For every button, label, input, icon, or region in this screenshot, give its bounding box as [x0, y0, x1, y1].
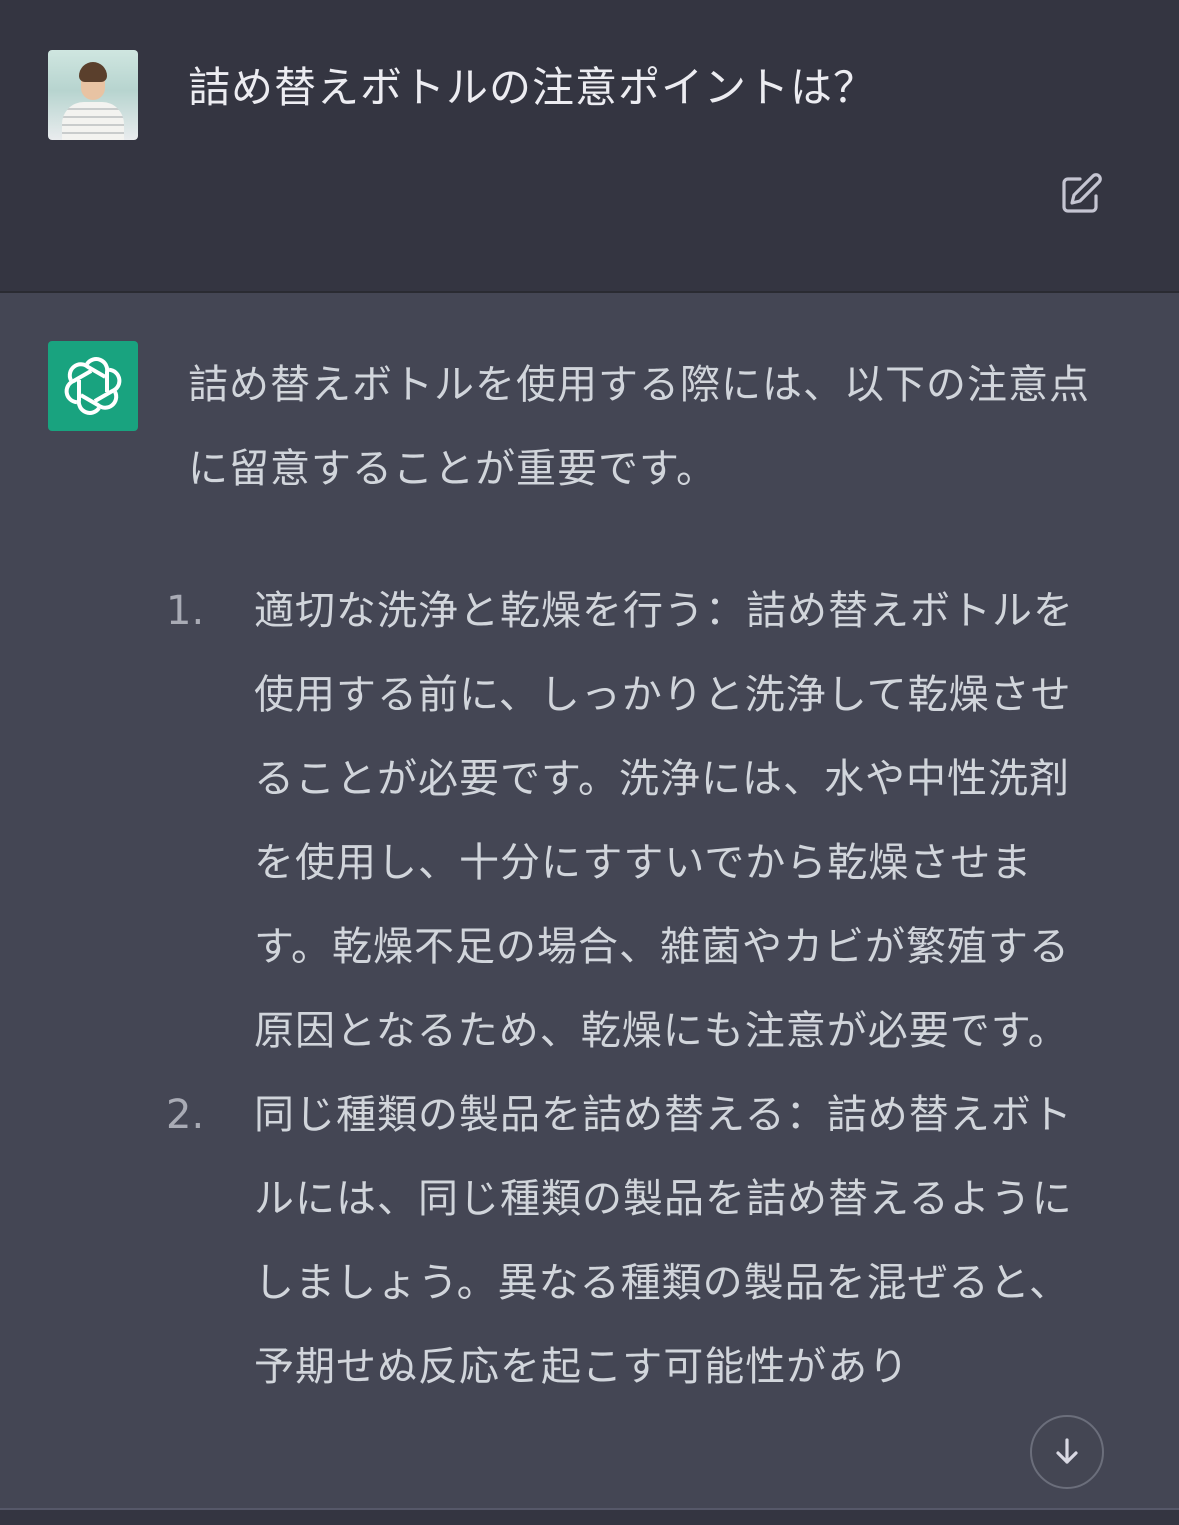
scroll-to-bottom-button[interactable] — [1030, 1415, 1104, 1489]
list-item-text: 適切な洗浄と乾燥を行う：詰め替えボトルを使用する前に、しっかりと洗浄して乾燥させ… — [254, 588, 1074, 1054]
arrow-down-icon — [1056, 1438, 1078, 1464]
list-item-text: 同じ種類の製品を詰め替える：詰め替えボトルには、同じ種類の製品を詰め替えるように… — [254, 1092, 1073, 1390]
user-message-text: 詰め替えボトルの注意ポイントは？ — [188, 63, 877, 112]
numbered-list: 1. 適切な洗浄と乾燥を行う：詰め替えボトルを使用する前に、しっかりと洗浄して乾… — [0, 569, 1179, 1409]
list-item-number: 1. — [166, 588, 205, 634]
openai-logo-icon — [64, 357, 122, 415]
assistant-intro-text: 詰め替えボトルを使用する際には、以下の注意点に留意することが重要です。 — [188, 362, 1090, 492]
edit-icon — [1062, 173, 1102, 213]
edit-button[interactable] — [1058, 170, 1106, 218]
list-item: 2. 同じ種類の製品を詰め替える：詰め替えボトルには、同じ種類の製品を詰め替える… — [0, 1073, 1179, 1409]
user-message-block: 詰め替えボトルの注意ポイントは？ — [0, 0, 1179, 293]
assistant-avatar — [48, 341, 138, 431]
assistant-message-block: 詰め替えボトルを使用する際には、以下の注意点に留意することが重要です。 1. 適… — [0, 293, 1179, 1508]
avatar-body — [62, 102, 124, 140]
avatar-hair — [79, 62, 107, 82]
list-item-number: 2. — [166, 1092, 205, 1138]
user-avatar — [48, 50, 138, 140]
list-item: 1. 適切な洗浄と乾燥を行う：詰め替えボトルを使用する前に、しっかりと洗浄して乾… — [0, 569, 1179, 1073]
bottom-bar — [0, 1508, 1179, 1525]
